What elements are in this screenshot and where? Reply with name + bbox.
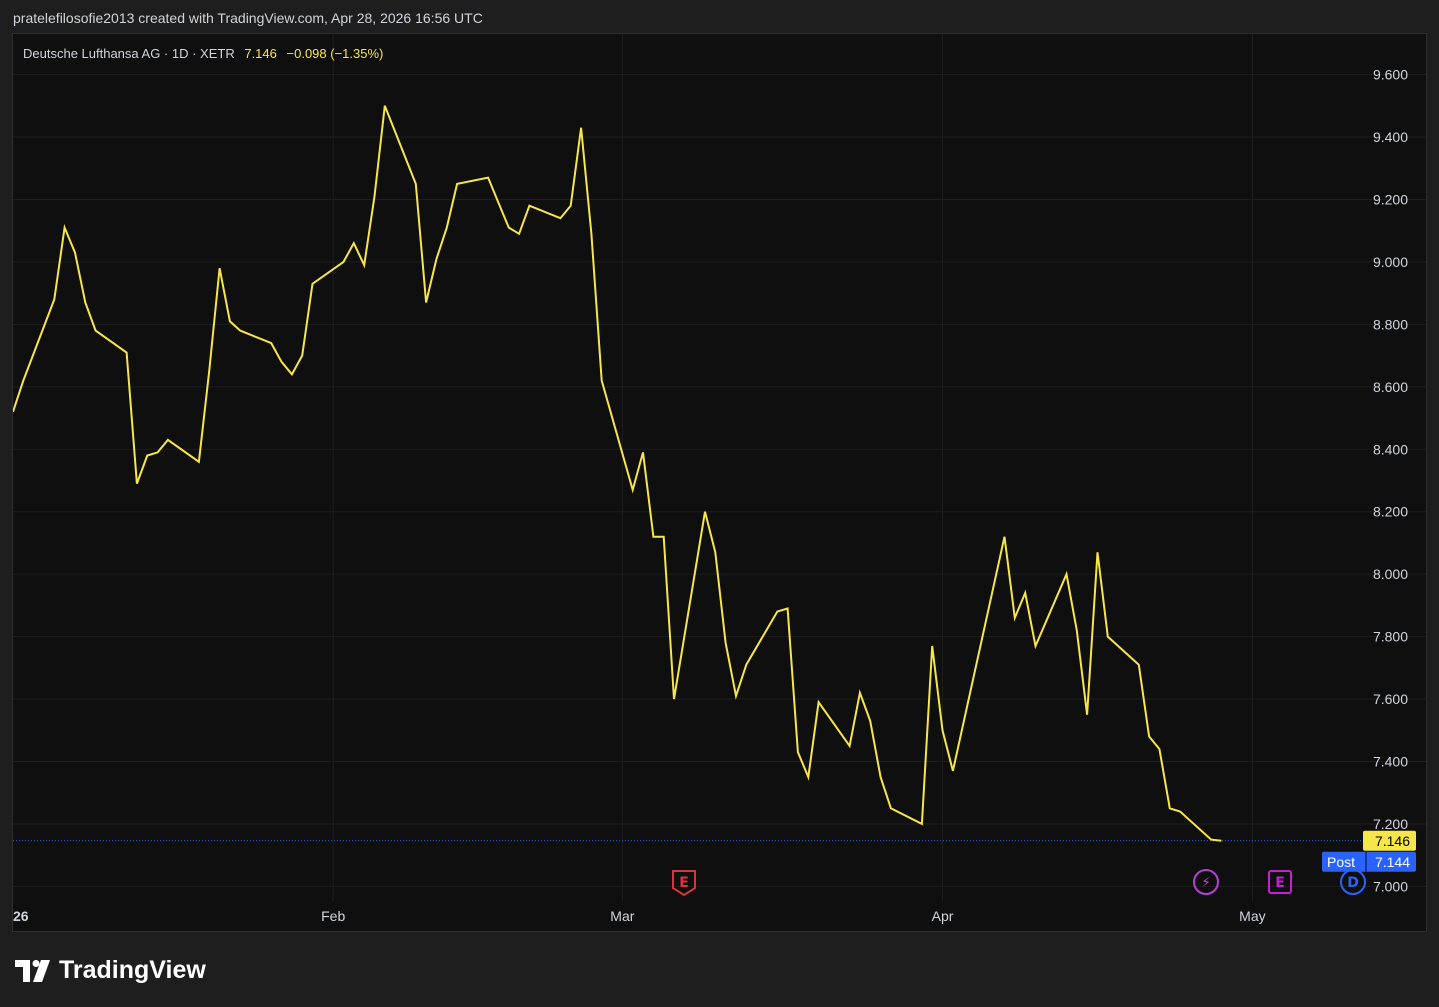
x-axis: 26 Feb Mar Apr May [13,908,1266,924]
price-chart[interactable]: 7.000 7.200 7.400 7.600 7.800 8.000 8.200 8.400… [13,34,1426,931]
chart-legend: Deutsche Lufthansa AG · 1D · XETR 7.146 … [23,46,383,61]
y-tick-label: 9.400 [1373,129,1408,145]
split-flash-icon[interactable]: ⚡ [1193,869,1219,895]
y-tick-label: 9.600 [1373,67,1408,83]
x-tick-label: 26 [13,908,29,924]
legend-last-price: 7.146 [244,46,277,61]
y-tick-label: 8.600 [1373,379,1408,395]
y-tick-label: 7.600 [1373,691,1408,707]
post-market-badge: Post 7.144 [1322,851,1416,872]
svg-text:D: D [1347,875,1359,891]
x-tick-label: May [1239,908,1265,924]
y-tick-label: 8.400 [1373,441,1408,457]
y-tick-label: 8.200 [1373,504,1408,520]
svg-text:E: E [1275,875,1285,891]
chart-panel[interactable]: 7.000 7.200 7.400 7.600 7.800 8.000 8.200 8.400… [12,33,1427,932]
earnings-icon[interactable]: E [672,870,696,897]
series-layer [13,105,1361,842]
brand-name: TradingView [59,956,206,984]
last-price-badge: 7.146 [1363,830,1416,851]
last-price-text: 7.146 [1375,833,1410,849]
dividend-icon[interactable]: D [1340,869,1366,895]
tradingview-logo-icon [15,959,50,982]
svg-text:E: E [679,875,689,891]
event-markers[interactable]: E ⚡ E D [672,869,1366,897]
x-tick-label: Feb [321,908,345,924]
grid-lines [13,34,1426,902]
svg-text:⚡: ⚡ [1201,875,1211,891]
legend-symbol: Deutsche Lufthansa AG · 1D · XETR [23,46,235,61]
price-badges: 7.146 Post 7.144 [1322,830,1416,872]
post-price: 7.144 [1375,854,1410,870]
y-tick-label: 8.800 [1373,316,1408,332]
y-tick-label: 7.000 [1373,878,1408,894]
y-tick-label: 7.200 [1373,816,1408,832]
x-tick-label: Apr [932,908,954,924]
price-series-line[interactable] [13,105,1222,842]
legend-change: −0.098 (−1.35%) [286,46,384,61]
y-tick-label: 8.000 [1373,566,1408,582]
y-tick-label: 9.000 [1373,254,1408,270]
post-label: Post [1327,854,1355,870]
y-tick-label: 7.400 [1373,753,1408,769]
y-tick-label: 9.200 [1373,191,1408,207]
x-tick-label: Mar [610,908,634,924]
y-tick-label: 7.800 [1373,629,1408,645]
earnings-icon[interactable]: E [1268,870,1292,894]
chart-caption: pratelefilosofie2013 created with Tradin… [13,10,483,26]
y-axis: 7.000 7.200 7.400 7.600 7.800 8.000 8.200 8.400… [1373,67,1408,895]
tradingview-logo[interactable]: TradingView [15,956,206,985]
